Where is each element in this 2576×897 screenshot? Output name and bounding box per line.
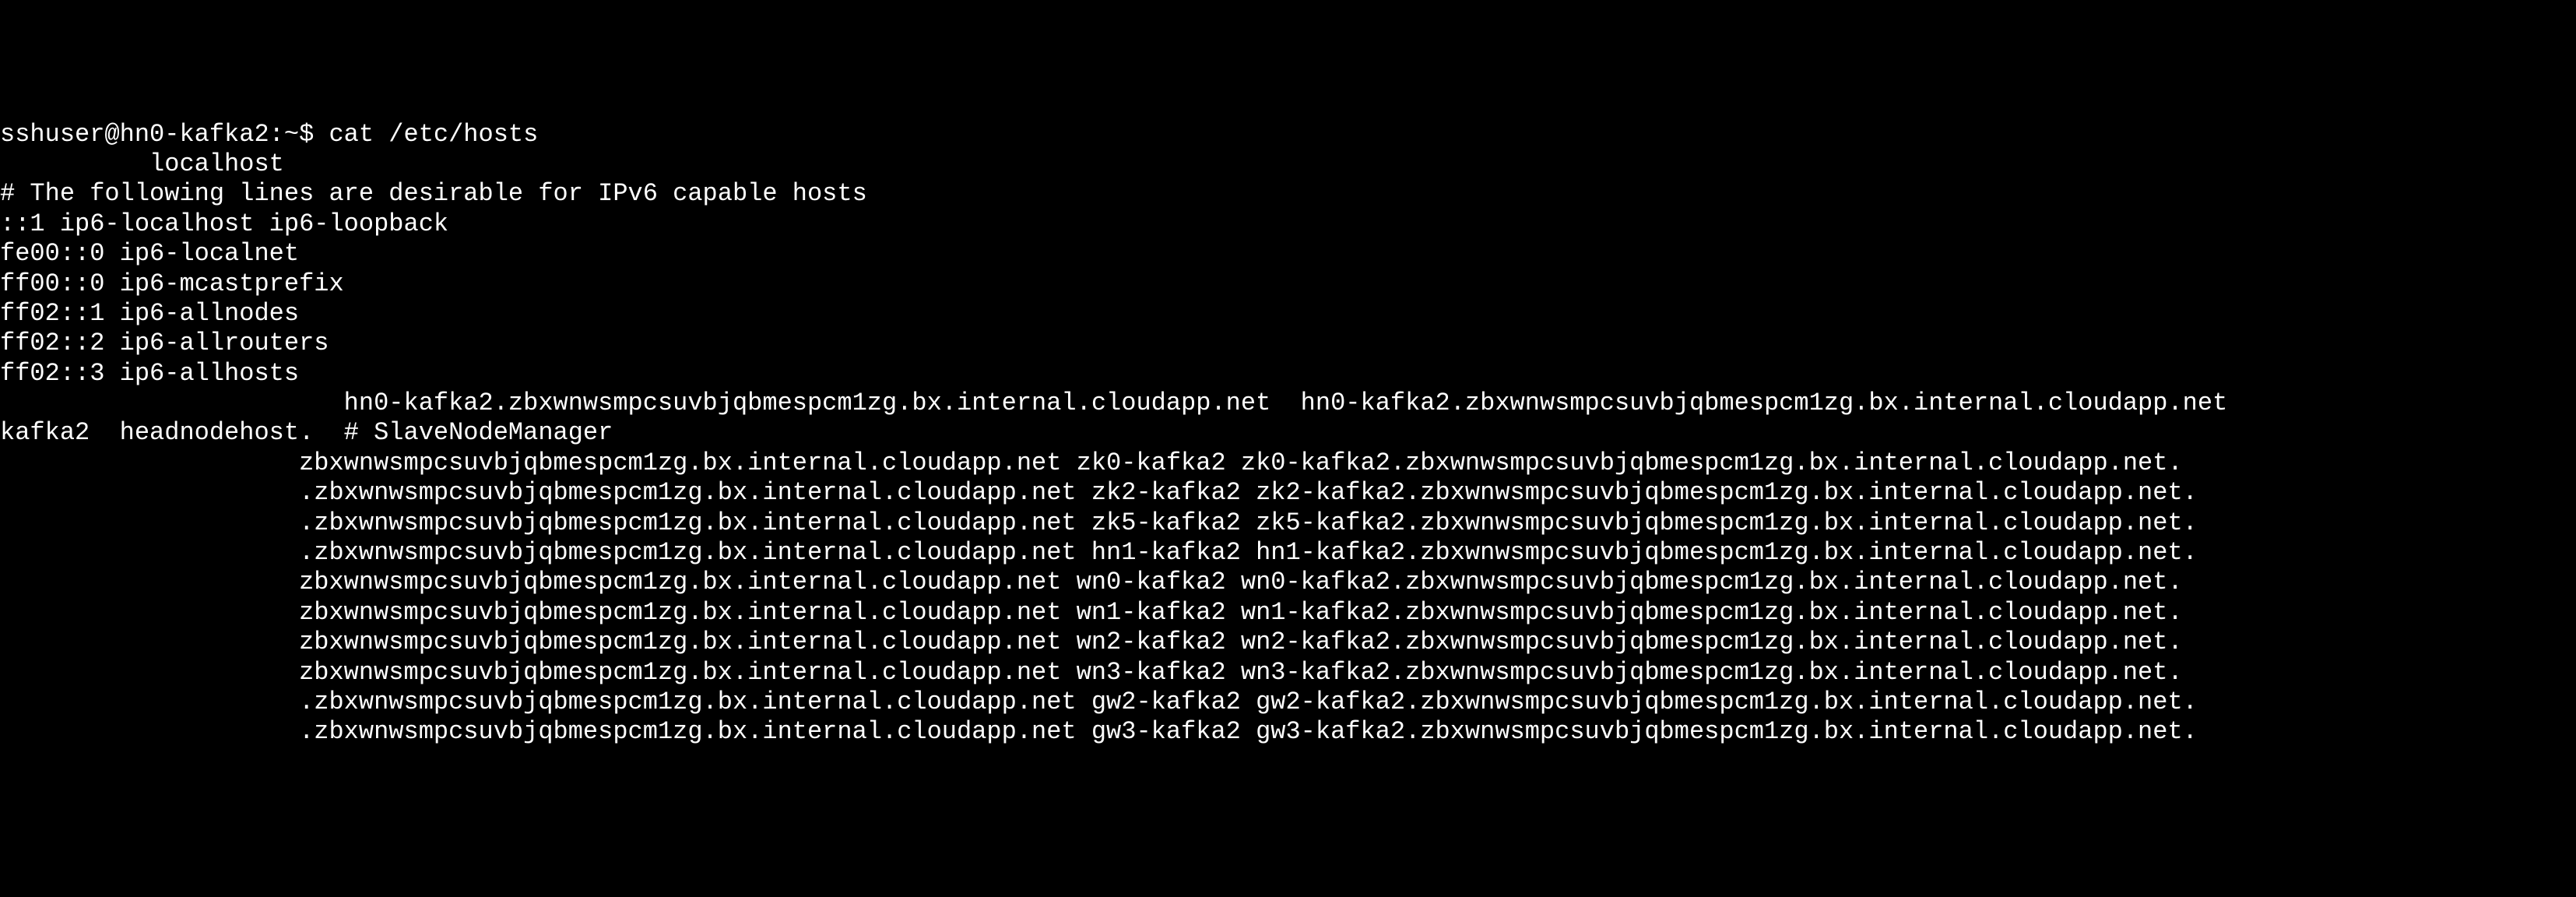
output-line: zbxwnwsmpcsuvbjqbmespcm1zg.bx.internal.c… (0, 598, 2576, 628)
output-line: fe00::0 ip6-localnet (0, 239, 2576, 269)
output-line: kafka2 headnodehost. # SlaveNodeManager (0, 418, 2576, 448)
output-line: .zbxwnwsmpcsuvbjqbmespcm1zg.bx.internal.… (0, 508, 2576, 538)
output-line: ff02::2 ip6-allrouters (0, 329, 2576, 358)
output-line: # The following lines are desirable for … (0, 179, 2576, 209)
output-line: localhost (0, 150, 2576, 179)
output-line: ff02::1 ip6-allnodes (0, 299, 2576, 329)
output-line: ::1 ip6-localhost ip6-loopback (0, 209, 2576, 239)
output-line: ff00::0 ip6-mcastprefix (0, 269, 2576, 299)
shell-prompt: sshuser@hn0-kafka2:~$ (0, 120, 329, 149)
output-line: .zbxwnwsmpcsuvbjqbmespcm1zg.bx.internal.… (0, 478, 2576, 508)
output-line: .zbxwnwsmpcsuvbjqbmespcm1zg.bx.internal.… (0, 717, 2576, 747)
output-line: zbxwnwsmpcsuvbjqbmespcm1zg.bx.internal.c… (0, 658, 2576, 688)
output-line: .zbxwnwsmpcsuvbjqbmespcm1zg.bx.internal.… (0, 538, 2576, 568)
output-line: ff02::3 ip6-allhosts (0, 359, 2576, 389)
output-line: .zbxwnwsmpcsuvbjqbmespcm1zg.bx.internal.… (0, 688, 2576, 717)
output-line: zbxwnwsmpcsuvbjqbmespcm1zg.bx.internal.c… (0, 568, 2576, 597)
command-text: cat /etc/hosts (329, 120, 538, 149)
output-line: zbxwnwsmpcsuvbjqbmespcm1zg.bx.internal.c… (0, 448, 2576, 478)
output-line: hn0-kafka2.zbxwnwsmpcsuvbjqbmespcm1zg.bx… (0, 389, 2576, 418)
